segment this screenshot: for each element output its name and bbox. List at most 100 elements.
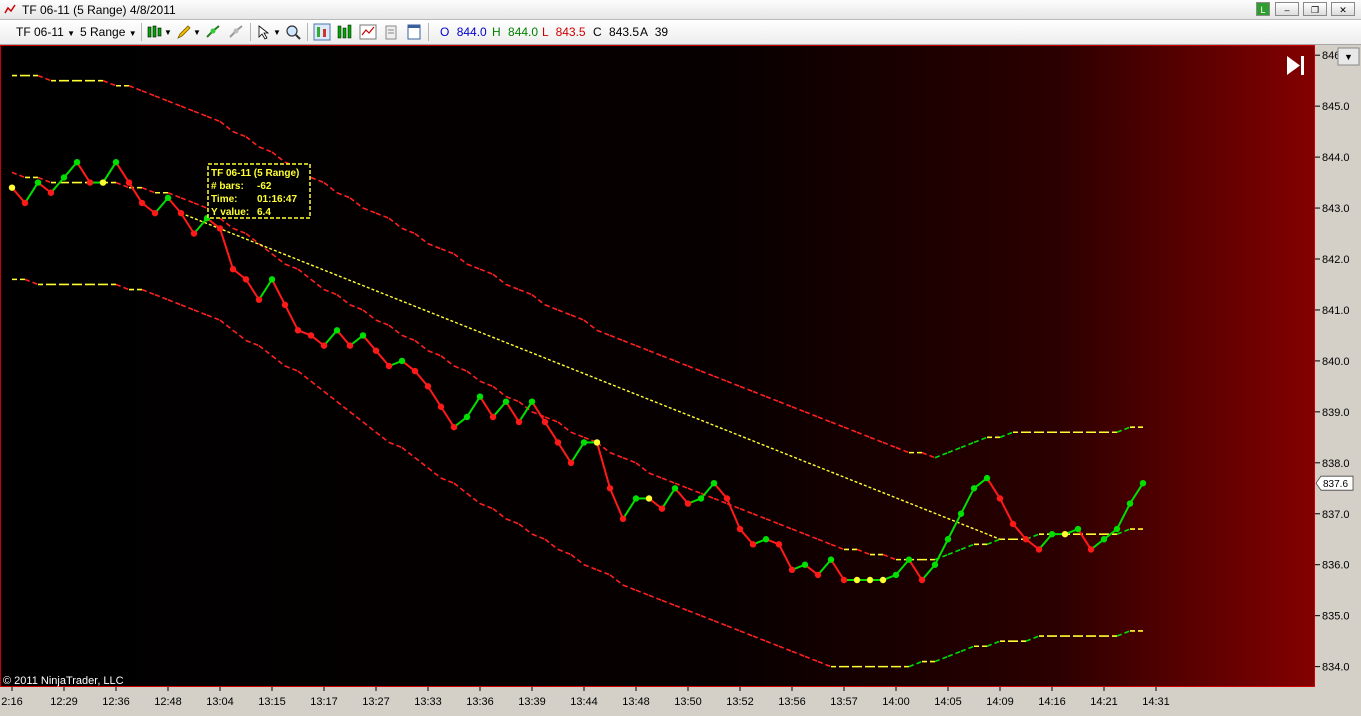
price-point xyxy=(983,474,991,482)
x-tick-label: 13:15 xyxy=(258,696,286,708)
x-tick-label: 13:04 xyxy=(206,696,234,708)
price-point xyxy=(632,495,640,502)
price-point xyxy=(99,179,107,186)
price-point xyxy=(463,413,471,421)
x-tick-label: 12:36 xyxy=(102,696,130,708)
x-tick-label: 13:50 xyxy=(674,696,702,708)
price-point xyxy=(736,525,744,533)
instrument-selector[interactable]: TF 06-11 ▼ xyxy=(16,25,75,39)
link-button[interactable]: L xyxy=(1256,2,1270,16)
price-point xyxy=(346,342,354,349)
price-point xyxy=(905,556,913,563)
price-point xyxy=(658,505,666,512)
bar-type-icon[interactable] xyxy=(146,23,164,41)
current-price-marker: 837.6 xyxy=(1315,475,1354,491)
price-point xyxy=(528,398,536,405)
price-point xyxy=(60,174,68,181)
price-point xyxy=(112,158,120,166)
y-tick-label: 841.0 xyxy=(1322,305,1350,317)
price-point xyxy=(268,276,276,283)
toolbar-separator xyxy=(250,23,251,41)
price-point xyxy=(294,327,302,334)
price-point xyxy=(1048,530,1056,538)
price-point xyxy=(385,362,393,370)
ohlc-high: H 844.0 xyxy=(492,25,538,39)
ohlc-low: L 843.5 xyxy=(542,25,586,39)
ohlc-low-value: 843.5 xyxy=(555,25,586,39)
price-point xyxy=(8,184,16,191)
price-point xyxy=(502,398,510,405)
price-point xyxy=(476,393,484,400)
price-point xyxy=(307,332,315,339)
indicator-icon[interactable] xyxy=(359,23,377,41)
chevron-down-icon[interactable]: ▼ xyxy=(193,28,201,37)
maximize-button[interactable]: ❐ xyxy=(1303,2,1327,16)
y-tick-label: 842.0 xyxy=(1322,254,1350,266)
y-tick-label: 837.0 xyxy=(1322,509,1350,521)
price-point xyxy=(242,276,250,283)
chart-toolbar: TF 06-11 ▼ 5 Range ▼ ▼ ▼ ▼ O 844.0 H 844… xyxy=(0,20,1361,45)
price-point xyxy=(827,556,835,563)
pencil-draw-icon[interactable] xyxy=(175,23,193,41)
axis-menu-button[interactable]: ▼ xyxy=(1337,47,1360,66)
minimize-button[interactable]: – xyxy=(1275,2,1299,16)
data-box-icon[interactable] xyxy=(313,23,331,41)
price-point xyxy=(957,510,965,517)
tooltip-line-3-value: 01:16:47 xyxy=(257,194,297,205)
y-tick-label: 839.0 xyxy=(1322,407,1350,419)
interval-label: 5 Range xyxy=(80,25,126,39)
price-point xyxy=(684,500,692,507)
templates-icon[interactable] xyxy=(405,23,423,41)
ohlc-close-value: 843.5 xyxy=(609,25,640,39)
chevron-down-icon[interactable]: ▼ xyxy=(164,28,172,37)
price-point xyxy=(359,332,367,339)
price-point xyxy=(671,485,679,492)
price-point xyxy=(1061,530,1069,538)
x-tick-label: 14:00 xyxy=(882,696,910,708)
restore-icon: ❐ xyxy=(1310,5,1320,15)
price-point xyxy=(749,541,757,548)
price-point xyxy=(450,423,458,431)
x-tick-label: 12:48 xyxy=(154,696,182,708)
add-indicator-icon[interactable] xyxy=(204,23,222,41)
x-tick-label: 13:36 xyxy=(466,696,494,708)
price-point xyxy=(489,413,497,421)
chart-area[interactable]: 834.0 835.0 836.0 837.0 838.0 839.0 840.0 841.0… xyxy=(0,45,1361,711)
price-point xyxy=(216,225,224,232)
chevron-down-icon[interactable]: ▼ xyxy=(273,28,281,37)
interval-selector[interactable]: 5 Range ▼ xyxy=(80,25,137,39)
price-point xyxy=(554,439,562,446)
price-point xyxy=(775,541,783,548)
price-point xyxy=(164,194,172,202)
ohlc-ask-value: 39 xyxy=(654,25,669,39)
x-tick-label: 13:48 xyxy=(622,696,650,708)
price-point xyxy=(281,301,289,309)
cursor-icon[interactable] xyxy=(255,23,273,41)
close-button[interactable]: ✕ xyxy=(1331,2,1355,16)
instrument-label: TF 06-11 xyxy=(16,25,64,39)
price-point xyxy=(801,561,809,568)
window-title: TF 06-11 (5 Range) 4/8/2011 xyxy=(22,3,176,17)
strategy-properties-icon[interactable] xyxy=(382,23,400,41)
price-point xyxy=(34,179,42,186)
chart-icon xyxy=(4,4,16,14)
price-point xyxy=(320,342,328,349)
price-point xyxy=(1009,520,1017,528)
x-tick-label: 13:57 xyxy=(830,696,858,708)
chart-properties-icon[interactable] xyxy=(336,23,354,41)
x-tick-label: 13:52 xyxy=(726,696,754,708)
price-chart[interactable]: 834.0 835.0 836.0 837.0 838.0 839.0 840.0 841.0… xyxy=(0,45,1361,711)
toolbar-separator xyxy=(141,23,142,41)
price-point xyxy=(788,566,796,574)
price-point xyxy=(73,158,81,166)
price-point xyxy=(86,179,94,186)
ohlc-low-label: L xyxy=(542,25,549,39)
ohlc-high-value: 844.0 xyxy=(508,25,539,39)
zoom-icon[interactable] xyxy=(284,23,302,41)
price-point xyxy=(996,495,1004,502)
strategy-icon[interactable] xyxy=(227,23,245,41)
price-point xyxy=(333,327,341,334)
price-point xyxy=(580,439,588,446)
x-tick-label: 13:44 xyxy=(570,696,598,708)
price-point xyxy=(931,561,939,568)
